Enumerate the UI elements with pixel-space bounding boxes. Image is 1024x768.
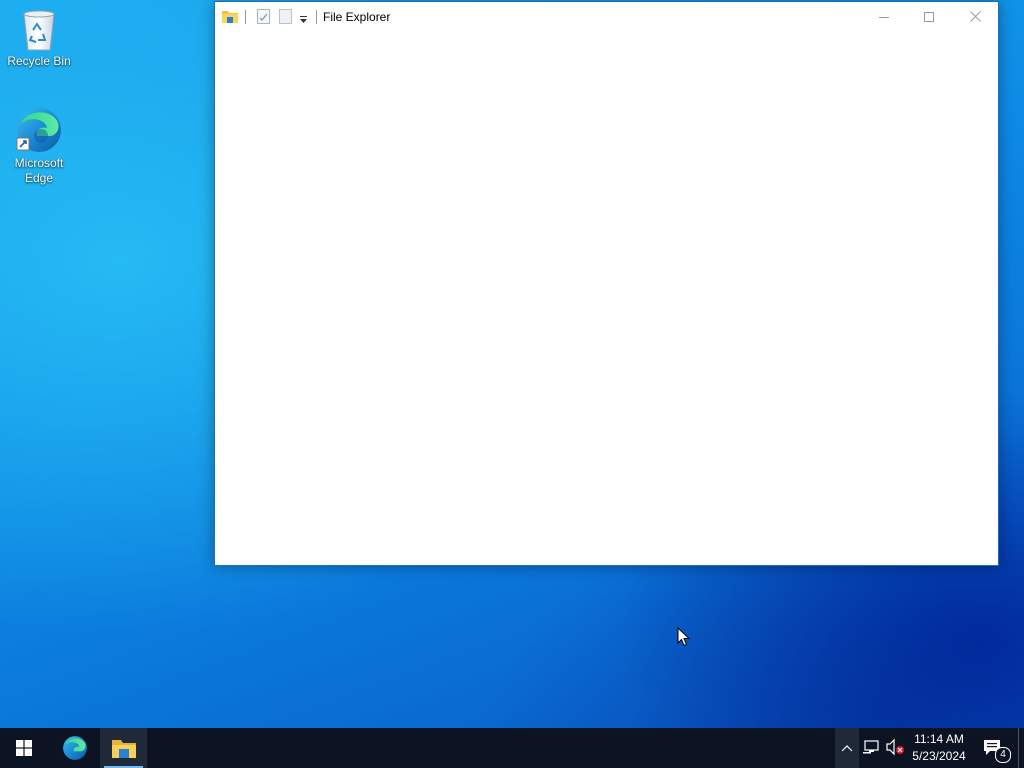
title-separator bbox=[316, 10, 317, 24]
notification-count-badge: 4 bbox=[995, 747, 1011, 763]
maximize-button[interactable] bbox=[906, 2, 952, 31]
file-explorer-window[interactable]: File Explorer bbox=[214, 1, 999, 566]
volume-muted-icon[interactable] bbox=[885, 738, 905, 756]
start-button[interactable] bbox=[0, 728, 48, 768]
window-title: File Explorer bbox=[323, 10, 391, 24]
properties-icon[interactable] bbox=[257, 9, 270, 27]
customize-dropdown-icon[interactable] bbox=[299, 13, 308, 27]
quick-access-separator bbox=[245, 10, 246, 24]
edge-label: Microsoft Edge bbox=[14, 156, 64, 185]
clock[interactable]: 11:14 AM 5/23/2024 bbox=[906, 731, 972, 765]
maximize-icon bbox=[924, 11, 934, 22]
window-content bbox=[215, 32, 998, 565]
close-button[interactable] bbox=[952, 2, 998, 31]
title-bar[interactable]: File Explorer bbox=[215, 2, 998, 32]
clock-time: 11:14 AM bbox=[914, 732, 964, 746]
close-icon bbox=[969, 11, 981, 22]
mouse-cursor-icon bbox=[677, 627, 691, 647]
desktop-icon-edge[interactable]: Microsoft Edge bbox=[1, 106, 77, 186]
taskbar: 11:14 AM 5/23/2024 4 bbox=[0, 728, 1024, 768]
show-hidden-icons-button[interactable] bbox=[835, 728, 859, 768]
desktop-icon-recycle-bin[interactable]: Recycle Bin bbox=[1, 8, 77, 69]
chevron-up-icon bbox=[841, 745, 853, 752]
edge-icon bbox=[16, 108, 61, 152]
new-folder-icon[interactable] bbox=[279, 9, 292, 27]
taskbar-file-explorer-button[interactable] bbox=[100, 728, 147, 768]
file-explorer-icon bbox=[111, 740, 136, 758]
show-desktop-button[interactable] bbox=[1018, 728, 1024, 768]
taskbar-edge-button[interactable] bbox=[51, 728, 99, 768]
clock-date: 5/23/2024 bbox=[912, 749, 966, 763]
windows-logo-icon bbox=[16, 740, 32, 756]
edge-icon bbox=[63, 736, 87, 760]
recycle-bin-label: Recycle Bin bbox=[7, 54, 71, 68]
action-center-button[interactable]: 4 bbox=[978, 728, 1011, 768]
minimize-icon bbox=[879, 16, 889, 18]
folder-icon[interactable] bbox=[222, 9, 238, 26]
network-icon[interactable] bbox=[862, 738, 880, 756]
minimize-button[interactable] bbox=[861, 2, 907, 31]
desktop: Recycle Bin Microsoft Edge File Explorer bbox=[0, 0, 1024, 728]
recycle-bin-icon bbox=[23, 10, 55, 51]
